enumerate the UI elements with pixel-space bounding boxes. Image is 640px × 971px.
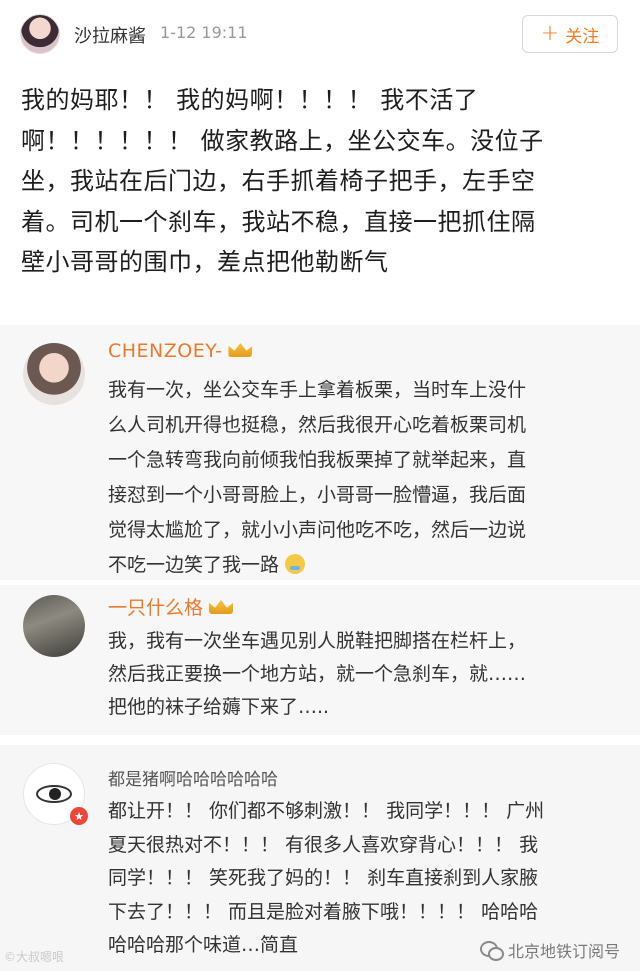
comment-line: 一个急转弯我向前倾我怕我板栗掉了就举起来，直 <box>108 449 527 471</box>
commenter-name-text: CHENZOEY- <box>108 340 223 362</box>
commenter-avatar[interactable] <box>23 595 85 657</box>
comment-item: 一只什么格 我，我有一次坐车遇见别人脱鞋把脚搭在栏杆上， 然后我正要换一个地方站… <box>0 585 640 735</box>
comment-line: 都让开！！ 你们都不够刺激！！ 我同学！！！ 广州 <box>108 800 545 822</box>
avatar[interactable] <box>20 14 60 54</box>
commenter-avatar[interactable] <box>23 343 85 405</box>
watermark-right-text: 北京地铁订阅号 <box>508 942 621 961</box>
commenter-name[interactable]: 一只什么格 <box>108 593 233 620</box>
commenter-name-text: 都是猪啊哈哈哈哈哈哈 <box>108 770 278 790</box>
comment-line: 把他的袜子给薅下来了….. <box>108 696 330 718</box>
comment-line: 我，我有一次坐车遇见别人脱鞋把脚搭在栏杆上， <box>108 630 527 652</box>
comment-line: 夏天很热对不！！！ 有很多人喜欢穿背心！！！ 我 <box>108 833 539 856</box>
commenter-name-text: 一只什么格 <box>108 597 204 619</box>
post-line: 啊！！！！！！ 做家教路上，坐公交车。没位子 <box>21 126 544 155</box>
timestamp: 1-12 19:11 <box>160 23 248 42</box>
follow-label: 关注 <box>565 26 600 47</box>
post-header: 沙拉麻酱 1-12 19:11 + 关注 <box>0 0 640 70</box>
comment-text: 我有一次，坐公交车手上拿着板栗，当时车上没什 么人司机开得也挺稳，然后我很开心吃… <box>108 373 620 583</box>
comment-line: 觉得太尴尬了，就小小声问他吃不吃，然后一边说 <box>108 519 527 541</box>
post-line: 坐，我站在后门边，右手抓着椅子把手，左手空 <box>21 167 536 195</box>
commenter-name[interactable]: CHENZOEY- <box>108 340 252 362</box>
comment-line: 然后我正要换一个地方站，就一个急刹车，就…… <box>108 663 527 685</box>
comment-line: 不吃一边笑了我一路 <box>108 548 620 583</box>
comment-line: 接怼到一个小哥哥脸上，小哥哥一脸懵逼，我后面 <box>108 484 527 506</box>
crown-icon <box>209 598 233 616</box>
commenter-name[interactable]: 都是猪啊哈哈哈哈哈哈 <box>108 765 278 790</box>
watermark-left: ©大叔嗯哏 <box>4 950 65 964</box>
verified-badge-icon: ★ <box>70 807 88 825</box>
comment-line: 同学！！！ 笑死我了妈的！！ 刹车直接刹到人家腋 <box>108 867 539 889</box>
comment-line: 么人司机开得也挺稳，然后我很开心吃着板栗司机 <box>108 414 527 436</box>
plus-icon: + <box>540 21 560 46</box>
eye-icon <box>36 785 72 803</box>
watermark-right: 北京地铁订阅号 <box>480 938 620 962</box>
wechat-icon <box>480 941 504 961</box>
comment-line: 我有一次，坐公交车手上拿着板栗，当时车上没什 <box>108 379 527 401</box>
crying-emoji-icon <box>285 554 306 574</box>
post-line: 壁小哥哥的围巾，差点把他勒断气 <box>21 248 389 276</box>
comment-line: 下去了！！！ 而且是脸对着腋下哦！！！！ 哈哈哈 <box>108 900 539 923</box>
post-line: 我的妈耶！！ 我的妈啊！！！！ 我不活了 <box>21 86 479 114</box>
crown-icon <box>228 341 252 359</box>
comment-item: CHENZOEY- 我有一次，坐公交车手上拿着板栗，当时车上没什 么人司机开得也… <box>0 325 640 580</box>
post-line: 着。司机一个刹车，我站不稳，直接一把抓住隔 <box>21 207 536 236</box>
username[interactable]: 沙拉麻酱 <box>74 22 146 48</box>
comment-text: 我，我有一次坐车遇见别人脱鞋把脚搭在栏杆上， 然后我正要换一个地方站，就一个急刹… <box>108 625 620 724</box>
follow-button[interactable]: + 关注 <box>522 15 618 53</box>
post-content: 我的妈耶！！ 我的妈啊！！！！ 我不活了 啊！！！！！！ 做家教路上，坐公交车。… <box>21 80 626 283</box>
